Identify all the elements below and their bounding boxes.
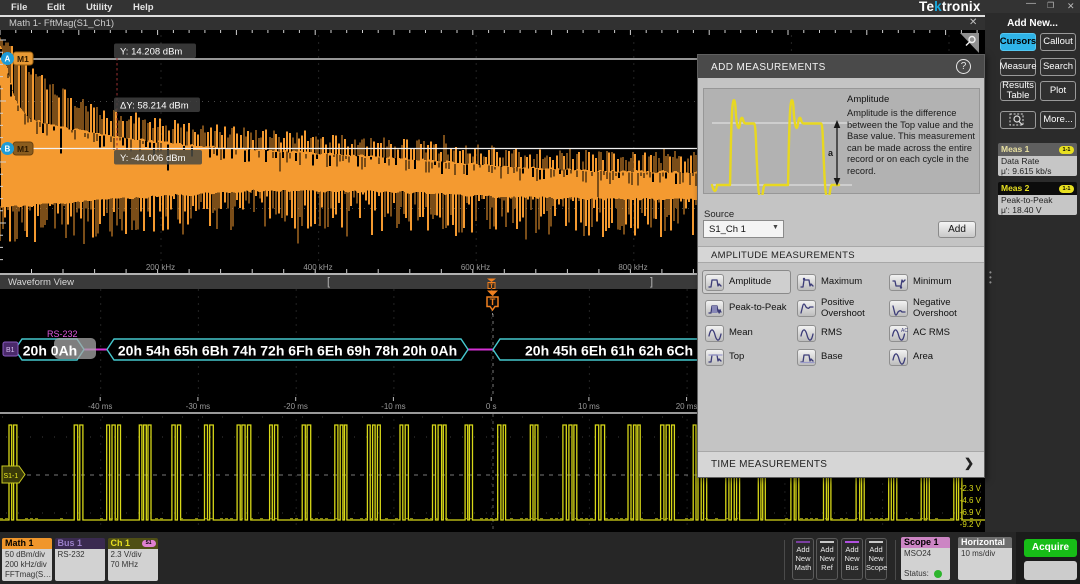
svg-text:600 kHz: 600 kHz (461, 263, 490, 272)
svg-text:400 kHz: 400 kHz (303, 263, 332, 272)
svg-text:-4.6 V: -4.6 V (960, 496, 982, 505)
svg-text:-40 ms: -40 ms (88, 402, 112, 411)
svg-text:-9.2 V: -9.2 V (960, 520, 982, 529)
svg-text:200 kHz: 200 kHz (146, 263, 175, 272)
svg-text:-10 ms: -10 ms (381, 402, 405, 411)
svg-text:M1: M1 (17, 144, 29, 154)
svg-text:B1: B1 (6, 347, 15, 354)
svg-text:a: a (828, 148, 834, 158)
svg-text:20h 0Ah: 20h 0Ah (23, 343, 77, 359)
svg-text:20h 54h 65h 6Bh 74h 72h 6Fh 6E: 20h 54h 65h 6Bh 74h 72h 6Fh 6Eh 69h 78h … (118, 343, 457, 359)
svg-text:S1-1: S1-1 (4, 473, 19, 480)
svg-text:AC: AC (901, 328, 908, 334)
svg-text:A: A (5, 55, 11, 64)
svg-text:Y: 14.208 dBm: Y: 14.208 dBm (120, 47, 182, 58)
svg-text:-30 ms: -30 ms (186, 402, 210, 411)
svg-text:-6.9 V: -6.9 V (960, 508, 982, 517)
svg-text:B: B (5, 145, 11, 154)
svg-text:M1: M1 (17, 54, 29, 64)
svg-text:RS-232: RS-232 (47, 329, 78, 339)
svg-text:0 s: 0 s (486, 402, 497, 411)
svg-text:Y: -44.006 dBm: Y: -44.006 dBm (120, 153, 186, 164)
svg-text:20 ms: 20 ms (676, 402, 698, 411)
svg-text:ΔY: 58.214 dBm: ΔY: 58.214 dBm (120, 101, 189, 112)
svg-text:T: T (490, 297, 496, 308)
svg-text:10 ms: 10 ms (578, 402, 600, 411)
svg-text:800 kHz: 800 kHz (618, 263, 647, 272)
svg-text:-20 ms: -20 ms (283, 402, 307, 411)
svg-text:-2.3 V: -2.3 V (960, 484, 982, 493)
